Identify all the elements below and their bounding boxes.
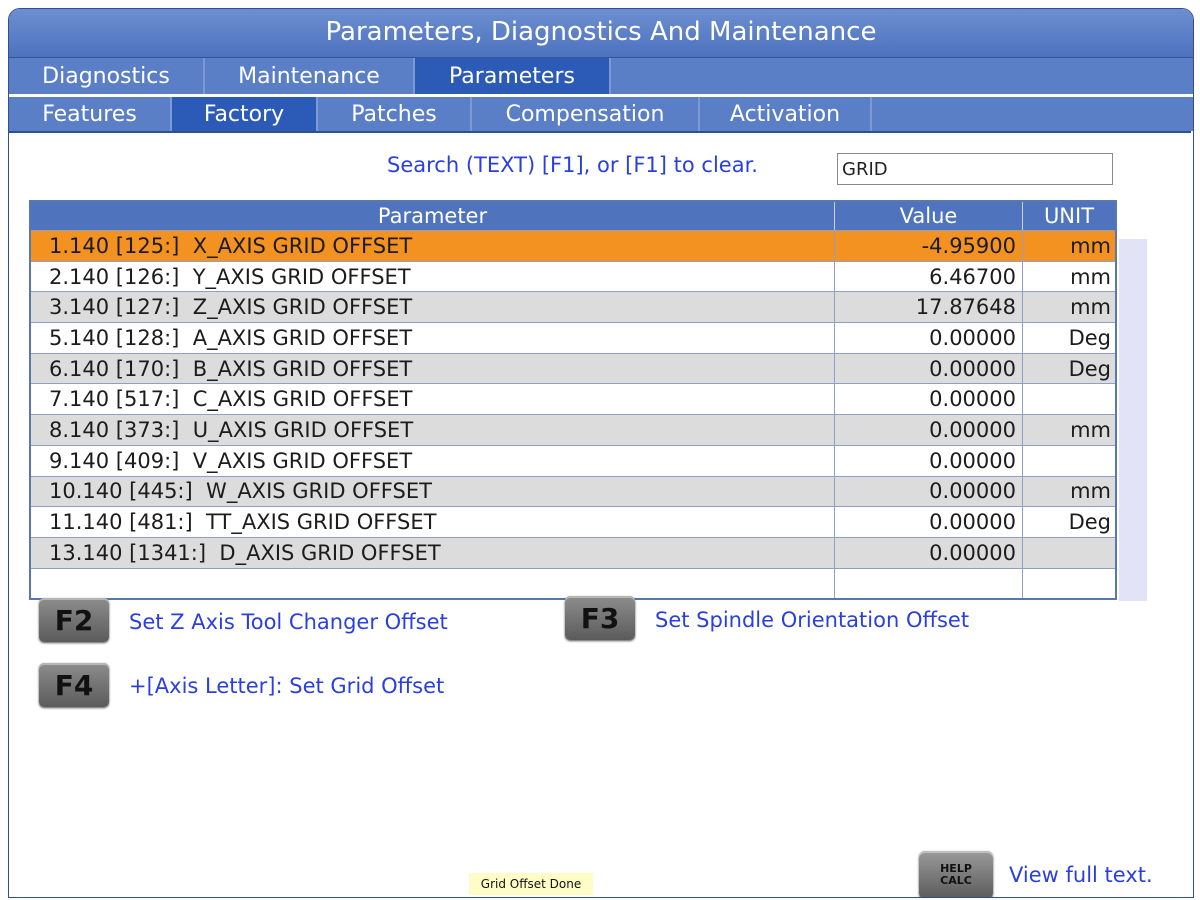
row-unit: mm — [1070, 479, 1111, 504]
table-row[interactable]: 7.140 [517:] C_AXIS GRID OFFSET 0.00000 — [31, 383, 1115, 415]
table-row[interactable]: 10.140 [445:] W_AXIS GRID OFFSET 0.00000… — [31, 475, 1115, 507]
tab-compensation[interactable]: Compensation — [472, 97, 700, 131]
table-row[interactable]: 1.140 [125:] X_AXIS GRID OFFSET -4.95900… — [31, 230, 1115, 261]
row-value — [835, 568, 1023, 599]
row-unit — [1023, 446, 1115, 476]
calc-key-text: CALC — [940, 874, 972, 887]
row-unit — [1023, 569, 1115, 599]
row-parameter: 13.140 [1341:] D_AXIS GRID OFFSET — [31, 537, 835, 568]
row-value: 0.00000 — [835, 384, 1023, 415]
row-value: 0.00000 — [835, 507, 1023, 537]
column-header-unit[interactable]: UNIT — [1023, 202, 1115, 230]
table-row[interactable] — [31, 567, 1115, 599]
tab-maintenance[interactable]: Maintenance — [205, 58, 415, 94]
tab-features[interactable]: Features — [9, 97, 172, 131]
tab-factory[interactable]: Factory — [172, 97, 318, 131]
window-title: Parameters, Diagnostics And Maintenance — [9, 9, 1193, 58]
parameter-table: Parameter Value UNIT 1.140 [125:] X_AXIS… — [29, 200, 1117, 601]
table-row[interactable]: 9.140 [409:] V_AXIS GRID OFFSET 0.00000 — [31, 444, 1115, 476]
row-parameter: 10.140 [445:] W_AXIS GRID OFFSET — [31, 476, 835, 507]
row-unit: mm — [1070, 295, 1111, 320]
f4-key-button[interactable]: F4 — [39, 663, 109, 707]
row-parameter: 1.140 [125:] X_AXIS GRID OFFSET — [31, 231, 835, 261]
search-input[interactable] — [837, 153, 1113, 185]
row-unit: Deg — [1068, 356, 1111, 381]
content-panel: Search (TEXT) [F1], or [F1] to clear. Pa… — [9, 131, 1191, 897]
search-label: Search (TEXT) [F1], or [F1] to clear. — [387, 153, 758, 177]
row-value: 0.00000 — [835, 323, 1023, 353]
row-value: 0.00000 — [835, 537, 1023, 568]
tab-row-secondary: Features Factory Patches Compensation Ac… — [9, 97, 1193, 131]
f2-key-button[interactable]: F2 — [39, 598, 109, 642]
tab-patches[interactable]: Patches — [318, 97, 472, 131]
f4-action-label: +[Axis Letter]: Set Grid Offset — [129, 674, 445, 698]
table-row[interactable]: 6.140 [170:] B_AXIS GRID OFFSET 0.00000 … — [31, 352, 1115, 384]
f3-key-button[interactable]: F3 — [565, 596, 635, 640]
f2-action-label: Set Z Axis Tool Changer Offset — [129, 610, 448, 634]
row-unit — [1023, 538, 1115, 568]
row-unit — [1023, 384, 1115, 414]
row-unit: mm — [1070, 417, 1111, 442]
table-row[interactable]: 3.140 [127:] Z_AXIS GRID OFFSET 17.87648… — [31, 291, 1115, 323]
table-row[interactable]: 5.140 [128:] A_AXIS GRID OFFSET 0.00000 … — [31, 322, 1115, 353]
tab-row-primary: Diagnostics Maintenance Parameters — [9, 58, 1193, 94]
table-row[interactable]: 8.140 [373:] U_AXIS GRID OFFSET 0.00000 … — [31, 414, 1115, 445]
row-value: 0.00000 — [835, 445, 1023, 476]
row-unit: Deg — [1068, 325, 1111, 350]
row-value: 0.00000 — [835, 353, 1023, 384]
view-full-text-label: View full text. — [1009, 863, 1153, 887]
help-calc-key-button[interactable]: HELP CALC — [919, 851, 993, 897]
f3-action-label: Set Spindle Orientation Offset — [655, 608, 970, 632]
row-value: 17.87648 — [835, 292, 1023, 323]
row-unit: Deg — [1068, 510, 1111, 535]
row-value: 6.46700 — [835, 261, 1023, 292]
row-unit: mm — [1070, 264, 1111, 289]
column-header-parameter[interactable]: Parameter — [31, 202, 835, 230]
row-parameter — [31, 568, 835, 599]
tab-parameters[interactable]: Parameters — [415, 58, 611, 94]
tab-activation[interactable]: Activation — [700, 97, 872, 131]
tab-diagnostics[interactable]: Diagnostics — [9, 58, 205, 94]
row-value: -4.95900 — [835, 231, 1023, 261]
row-parameter: 9.140 [409:] V_AXIS GRID OFFSET — [31, 445, 835, 476]
table-scrollbar[interactable] — [1119, 239, 1147, 601]
table-row[interactable]: 11.140 [481:] TT_AXIS GRID OFFSET 0.0000… — [31, 506, 1115, 537]
row-parameter: 5.140 [128:] A_AXIS GRID OFFSET — [31, 323, 835, 353]
row-parameter: 8.140 [373:] U_AXIS GRID OFFSET — [31, 415, 835, 445]
main-window: Parameters, Diagnostics And Maintenance … — [8, 8, 1194, 898]
row-parameter: 2.140 [126:] Y_AXIS GRID OFFSET — [31, 261, 835, 292]
row-value: 0.00000 — [835, 415, 1023, 445]
row-parameter: 7.140 [517:] C_AXIS GRID OFFSET — [31, 384, 835, 415]
table-row[interactable]: 2.140 [126:] Y_AXIS GRID OFFSET 6.46700 … — [31, 260, 1115, 292]
table-header: Parameter Value UNIT — [31, 202, 1115, 230]
row-value: 0.00000 — [835, 476, 1023, 507]
column-header-value[interactable]: Value — [835, 202, 1023, 230]
row-parameter: 3.140 [127:] Z_AXIS GRID OFFSET — [31, 292, 835, 323]
table-row[interactable]: 13.140 [1341:] D_AXIS GRID OFFSET 0.0000… — [31, 536, 1115, 568]
row-parameter: 6.140 [170:] B_AXIS GRID OFFSET — [31, 353, 835, 384]
status-message: Grid Offset Done — [469, 873, 593, 895]
row-parameter: 11.140 [481:] TT_AXIS GRID OFFSET — [31, 507, 835, 537]
row-unit: mm — [1070, 233, 1111, 258]
